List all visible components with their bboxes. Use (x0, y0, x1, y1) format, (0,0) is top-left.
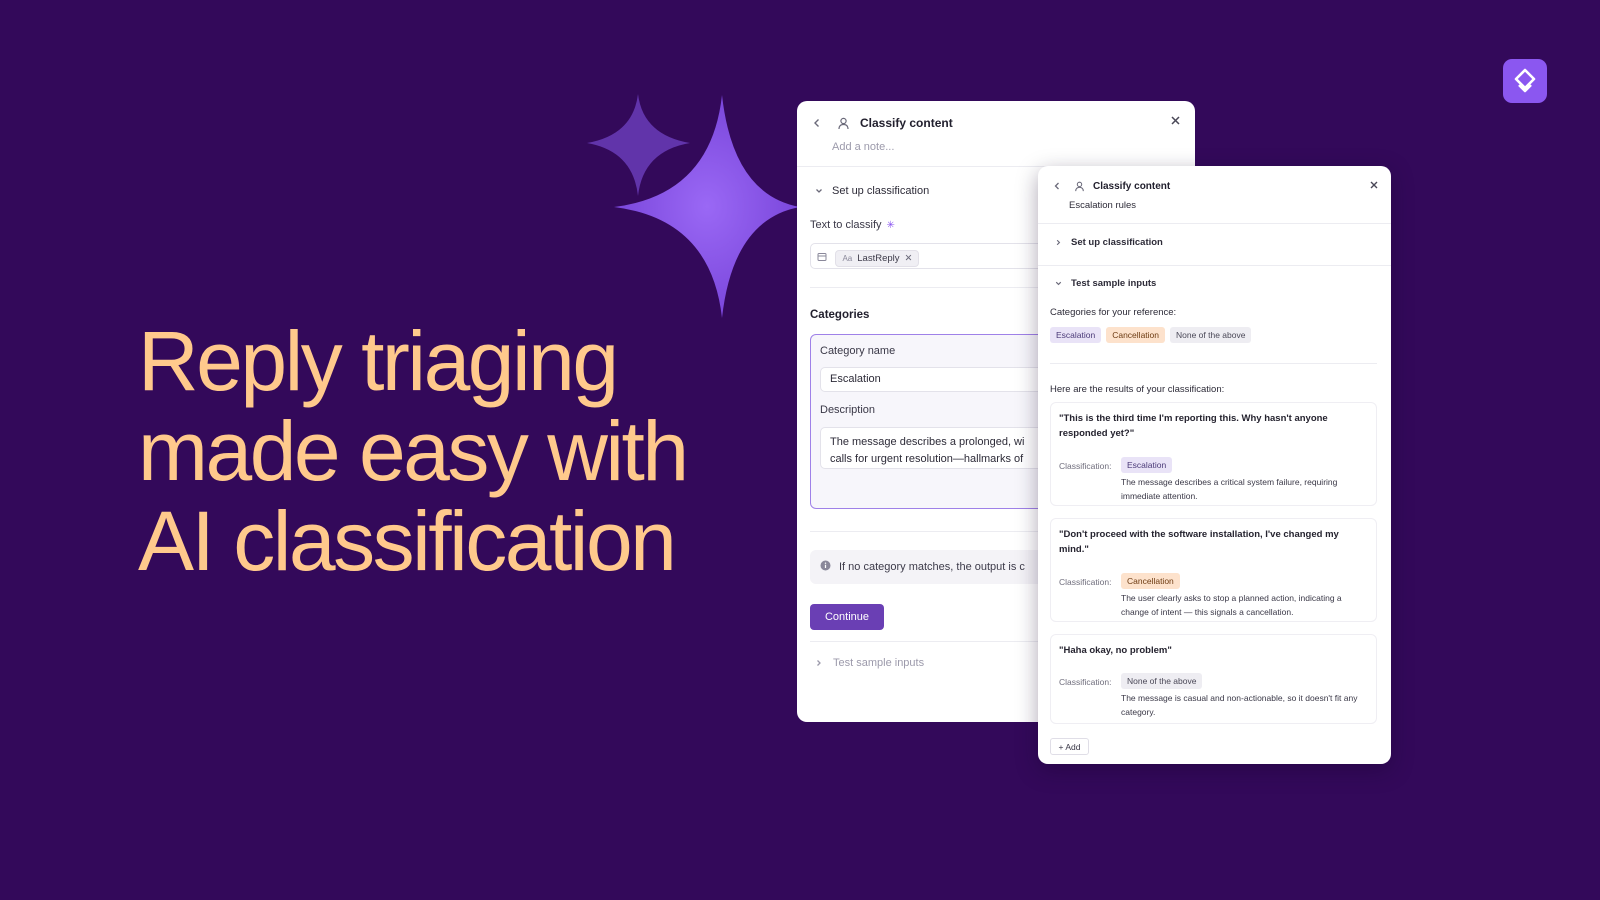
result-reason: The user clearly asks to stop a planned … (1121, 593, 1342, 617)
divider (1038, 223, 1391, 224)
text-to-classify-label: Text to classify ✳ (810, 219, 895, 231)
panel-subtitle[interactable]: Escalation rules (1069, 200, 1136, 211)
results-label: Here are the results of your classificat… (1050, 384, 1225, 395)
headline: Reply triaging made easy with AI classif… (138, 316, 758, 586)
classify-panel-front: Classify content Escalation rules Set up… (1038, 166, 1391, 764)
result-quote: "Haha okay, no problem" (1059, 645, 1172, 656)
small-sparkle (587, 94, 690, 196)
result-reason: The message is casual and non-actionable… (1121, 693, 1358, 717)
chevron-right-icon (1054, 238, 1063, 247)
info-icon (820, 560, 831, 574)
reference-label: Categories for your reference: (1050, 307, 1177, 318)
classification-label: Classification: (1059, 461, 1112, 471)
classification-label: Classification: (1059, 677, 1112, 687)
classify-person-icon (837, 117, 850, 130)
panel-title: Classify content (860, 116, 953, 130)
setup-section-label: Set up classification (832, 185, 930, 197)
result-category-tag: Escalation (1121, 457, 1173, 473)
chip-type-label: Aa (842, 254, 853, 263)
category-name-label: Category name (820, 345, 896, 357)
panel-title: Classify content (1093, 180, 1171, 192)
result-card-1: "This is the third time I'm reporting th… (1050, 402, 1377, 506)
description-textarea[interactable]: The message describes a prolonged, wi ca… (820, 427, 1070, 469)
reference-tag-cancellation: Cancellation (1106, 327, 1165, 343)
reference-tags: Escalation Cancellation None of the above (1050, 325, 1256, 343)
description-label: Description (820, 404, 876, 416)
test-section-label: Test sample inputs (833, 657, 925, 669)
continue-button[interactable]: Continue (810, 604, 884, 630)
setup-section-toggle[interactable]: Set up classification (814, 185, 929, 197)
text-to-classify-input[interactable]: Aa LastReply ✕ (810, 243, 1070, 269)
result-card-3: "Haha okay, no problem" Classification: … (1050, 634, 1377, 724)
reference-tag-none: None of the above (1170, 327, 1252, 343)
variable-icon (817, 252, 827, 262)
result-reason: The message describes a critical system … (1121, 477, 1338, 501)
result-quote: "This is the third time I'm reporting th… (1059, 413, 1328, 439)
divider (1038, 265, 1391, 266)
headline-line-2: made easy with (138, 404, 689, 498)
chevron-right-icon (814, 658, 824, 668)
panel-header: Classify content (1052, 177, 1379, 195)
chip-label: LastReply (857, 253, 900, 264)
back-chevron-icon[interactable] (1052, 181, 1062, 191)
result-quote: "Don't proceed with the software install… (1059, 529, 1339, 555)
classification-label: Classification: (1059, 577, 1112, 587)
setup-section-label: Set up classification (1071, 237, 1163, 248)
info-text: If no category matches, the output is c (839, 561, 1025, 573)
headline-line-1: Reply triaging (138, 314, 619, 408)
chevron-down-icon (814, 186, 824, 196)
brand-logo-icon (1514, 68, 1536, 93)
reference-tag-escalation: Escalation (1050, 327, 1102, 343)
brand-logo (1503, 59, 1547, 103)
description-line-1: The message describes a prolonged, wi (830, 436, 1025, 448)
test-section-toggle[interactable]: Test sample inputs (814, 657, 924, 669)
add-button[interactable]: + Add (1050, 738, 1089, 755)
chevron-down-icon (1054, 279, 1063, 288)
test-section-label: Test sample inputs (1071, 278, 1157, 289)
required-dot-icon: ✳ (886, 219, 895, 231)
text-to-classify-text: Text to classify (810, 219, 882, 231)
result-category-tag: Cancellation (1121, 573, 1180, 589)
chip-remove-icon[interactable]: ✕ (905, 253, 913, 264)
headline-line-3: AI classification (138, 494, 677, 588)
divider (1050, 363, 1377, 364)
close-icon[interactable] (1170, 115, 1181, 126)
categories-heading: Categories (810, 309, 870, 321)
large-sparkle (614, 95, 800, 318)
result-category-tag: None of the above (1121, 673, 1203, 689)
test-section-toggle[interactable]: Test sample inputs (1054, 278, 1156, 289)
lastreply-chip[interactable]: Aa LastReply ✕ (835, 250, 920, 267)
close-icon[interactable] (1369, 180, 1379, 190)
category-name-input[interactable]: Escalation (820, 367, 1070, 392)
result-card-2: "Don't proceed with the software install… (1050, 518, 1377, 622)
panel-header: Classify content (811, 113, 1181, 133)
back-chevron-icon[interactable] (811, 117, 823, 129)
classify-person-icon (1074, 181, 1085, 192)
description-line-2: calls for urgent resolution—hallmarks of (830, 453, 1024, 465)
category-card: Category name Escalation Description The… (810, 334, 1070, 509)
setup-section-toggle[interactable]: Set up classification (1054, 237, 1163, 248)
info-banner: If no category matches, the output is c (810, 550, 1070, 584)
add-note-input[interactable]: Add a note... (832, 141, 894, 153)
